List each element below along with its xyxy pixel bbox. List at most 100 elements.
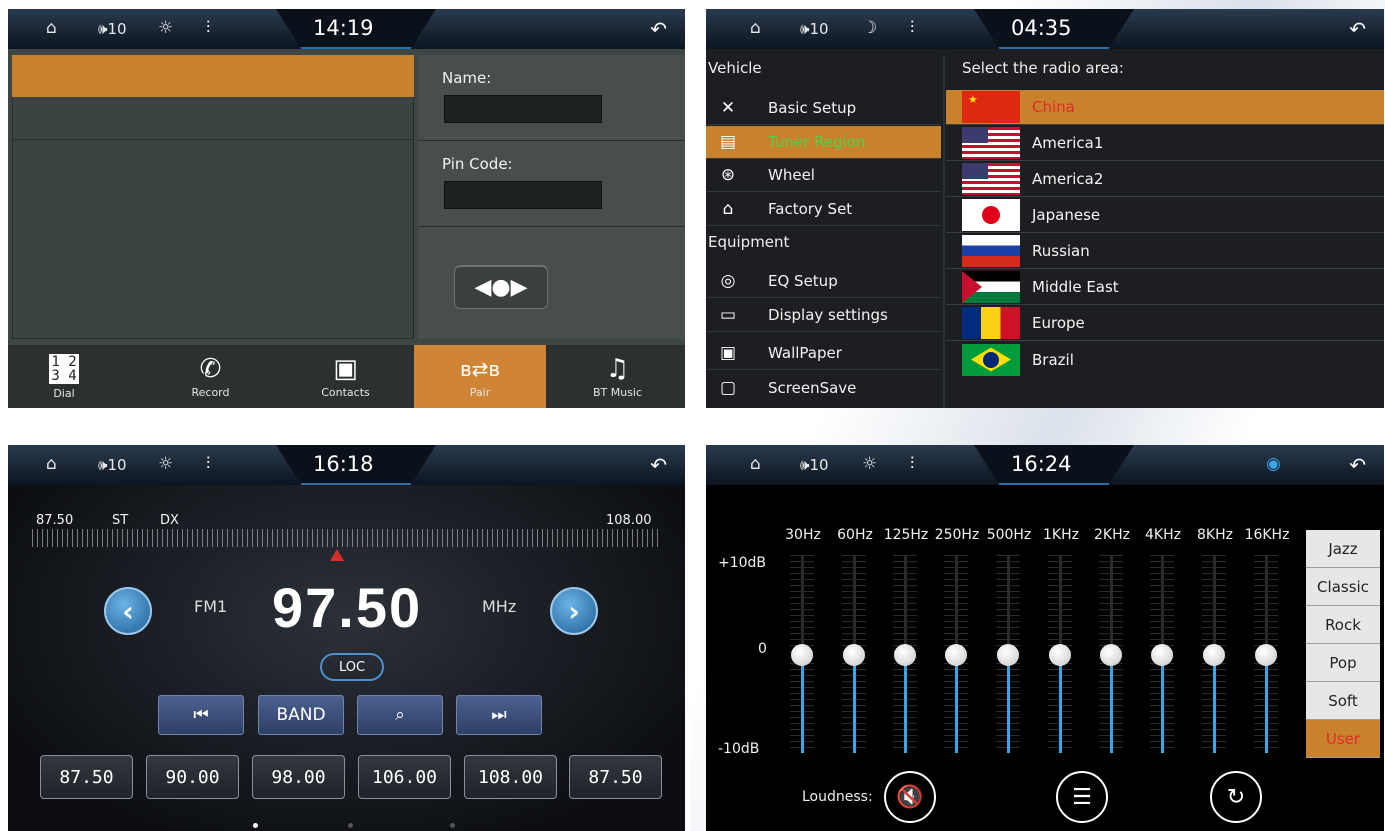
preset-4[interactable]: 106.00 [358, 755, 451, 799]
eq-slider-knob-1khz[interactable] [1049, 644, 1071, 666]
loudness-toggle-button[interactable]: 🔇 [884, 771, 936, 823]
next-button[interactable]: ⏭ [456, 695, 542, 735]
name-field[interactable] [444, 95, 602, 123]
region-japanese[interactable]: Japanese [946, 198, 1384, 233]
preset-user[interactable]: User [1306, 720, 1380, 758]
night-mode-icon[interactable]: ☽ [862, 18, 877, 38]
eq-band-label-8khz: 8KHz [1197, 527, 1233, 543]
equalizer-icon[interactable]: ⫶ [910, 18, 914, 38]
band-button[interactable]: BAND [258, 695, 344, 735]
menu-wheel[interactable]: ⊛ Wheel [706, 159, 941, 192]
middle-east-flag-icon [962, 271, 1020, 303]
page-dot-active[interactable] [253, 823, 258, 828]
region-brazil[interactable]: Brazil [946, 342, 1384, 377]
seek-up-button[interactable]: › [550, 587, 598, 635]
page-dot[interactable] [348, 823, 353, 828]
frequency-needle[interactable] [330, 549, 344, 561]
status-bar: ⌂ 🕪10 ☽ ⫶ 04:35 ↶ [706, 9, 1384, 49]
preset-classic[interactable]: Classic [1306, 568, 1380, 606]
equalizer-icon[interactable]: ⫶ [206, 454, 210, 474]
bt-music-button[interactable]: ♫ BT Music [550, 345, 685, 408]
eq-slider-knob-250hz[interactable] [945, 644, 967, 666]
back-icon[interactable]: ↶ [1349, 453, 1366, 477]
menu-tuner-region[interactable]: ▤ Tuner Region [706, 126, 941, 159]
home-icon[interactable]: ⌂ [46, 454, 57, 474]
page-dot[interactable] [450, 823, 455, 828]
scan-button[interactable]: ⌕ [357, 695, 443, 735]
previous-button[interactable]: ⏮ [158, 695, 244, 735]
menu-wallpaper[interactable]: ▣ WallPaper [706, 337, 941, 370]
preset-6[interactable]: 87.50 [569, 755, 662, 799]
preset-3[interactable]: 98.00 [252, 755, 345, 799]
region-europe-label: Europe [1032, 314, 1085, 332]
menu-factory-set[interactable]: ⌂ Factory Set [706, 193, 941, 226]
eq-slider-knob-2khz[interactable] [1100, 644, 1122, 666]
pin-field[interactable] [444, 181, 602, 209]
back-icon[interactable]: ↶ [1349, 17, 1366, 41]
contacts-button[interactable]: ▣ Contacts [278, 345, 413, 408]
preset-2[interactable]: 90.00 [146, 755, 239, 799]
menu-screensave[interactable]: ▢ ScreenSave [706, 371, 941, 404]
eq-slider-fill [1161, 655, 1164, 753]
dial-button[interactable]: 1 23 4 Dial [8, 345, 120, 408]
back-icon[interactable]: ↶ [650, 453, 667, 477]
screensave-icon: ▢ [719, 377, 737, 398]
menu-tuner-region-label: Tuner Region [768, 133, 866, 151]
volume-indicator[interactable]: 🕪10 [98, 20, 127, 38]
eq-slider-knob-4khz[interactable] [1151, 644, 1173, 666]
home-icon[interactable]: ⌂ [750, 454, 761, 474]
device-list[interactable] [12, 55, 414, 339]
preset-pop[interactable]: Pop [1306, 644, 1380, 682]
wallpaper-icon: ▣ [719, 343, 737, 363]
home-icon[interactable]: ⌂ [750, 18, 761, 38]
region-america2[interactable]: America2 [946, 162, 1384, 197]
settings-panel: ⌂ 🕪10 ☽ ⫶ 04:35 ↶ Vehicle ✕ Basic Setup ▤… [706, 9, 1384, 408]
menu-display-settings[interactable]: ▭ Display settings [706, 299, 941, 332]
eq-slider-knob-60hz[interactable] [843, 644, 865, 666]
frequency-ruler[interactable] [32, 529, 662, 547]
pair-tab-button[interactable]: ʙ⇄ʙ Pair [414, 345, 546, 408]
record-button[interactable]: ✆ Record [143, 345, 278, 408]
region-europe[interactable]: Europe [946, 306, 1384, 341]
region-russian[interactable]: Russian [946, 234, 1384, 269]
back-icon[interactable]: ↶ [650, 17, 667, 41]
equalizer-icon[interactable]: ⫶ [910, 454, 914, 474]
brightness-icon[interactable]: ☼ [158, 454, 173, 474]
preset-rock[interactable]: Rock [1306, 606, 1380, 644]
preset-5[interactable]: 108.00 [464, 755, 557, 799]
menu-basic-setup[interactable]: ✕ Basic Setup [706, 92, 941, 125]
radio-status-icon[interactable]: ◉ [1266, 454, 1281, 474]
seek-down-button[interactable]: ‹ [104, 587, 152, 635]
reset-button[interactable]: ↻ [1210, 771, 1262, 823]
name-label: Name: [442, 69, 492, 87]
preset-1[interactable]: 87.50 [40, 755, 133, 799]
brightness-icon[interactable]: ☼ [862, 454, 877, 474]
equalizer-icon[interactable]: ⫶ [206, 18, 210, 38]
eq-slider-knob-30hz[interactable] [791, 644, 813, 666]
volume-indicator[interactable]: 🕪10 [800, 20, 829, 38]
region-japanese-label: Japanese [1032, 206, 1101, 224]
eq-band-label-500hz: 500Hz [986, 527, 1032, 543]
eq-band-label-4khz: 4KHz [1145, 527, 1181, 543]
eq-slider-knob-125hz[interactable] [894, 644, 916, 666]
device-list-selected-row[interactable] [12, 55, 414, 97]
home-icon[interactable]: ⌂ [46, 18, 57, 38]
preset-jazz[interactable]: Jazz [1306, 530, 1380, 568]
loc-button[interactable]: LOC [320, 653, 384, 681]
region-middle-east[interactable]: Middle East [946, 270, 1384, 305]
volume-indicator[interactable]: 🕪10 [98, 456, 127, 474]
brazil-flag-icon [962, 343, 1020, 376]
region-america1[interactable]: America1 [946, 126, 1384, 161]
eq-mode-button[interactable]: ☰ [1056, 771, 1108, 823]
russia-flag-icon [962, 235, 1020, 267]
stereo-indicator: ST [112, 513, 129, 528]
brightness-icon[interactable]: ☼ [158, 18, 173, 38]
eq-slider-knob-500hz[interactable] [997, 644, 1019, 666]
volume-indicator[interactable]: 🕪10 [800, 456, 829, 474]
eq-slider-knob-16khz[interactable] [1255, 644, 1277, 666]
region-china[interactable]: ★ China [946, 90, 1384, 125]
preset-soft[interactable]: Soft [1306, 682, 1380, 720]
eq-slider-knob-8khz[interactable] [1203, 644, 1225, 666]
menu-eq-setup[interactable]: ◎ EQ Setup [706, 265, 941, 298]
pair-connect-button[interactable]: ◀●▶ [454, 265, 548, 309]
